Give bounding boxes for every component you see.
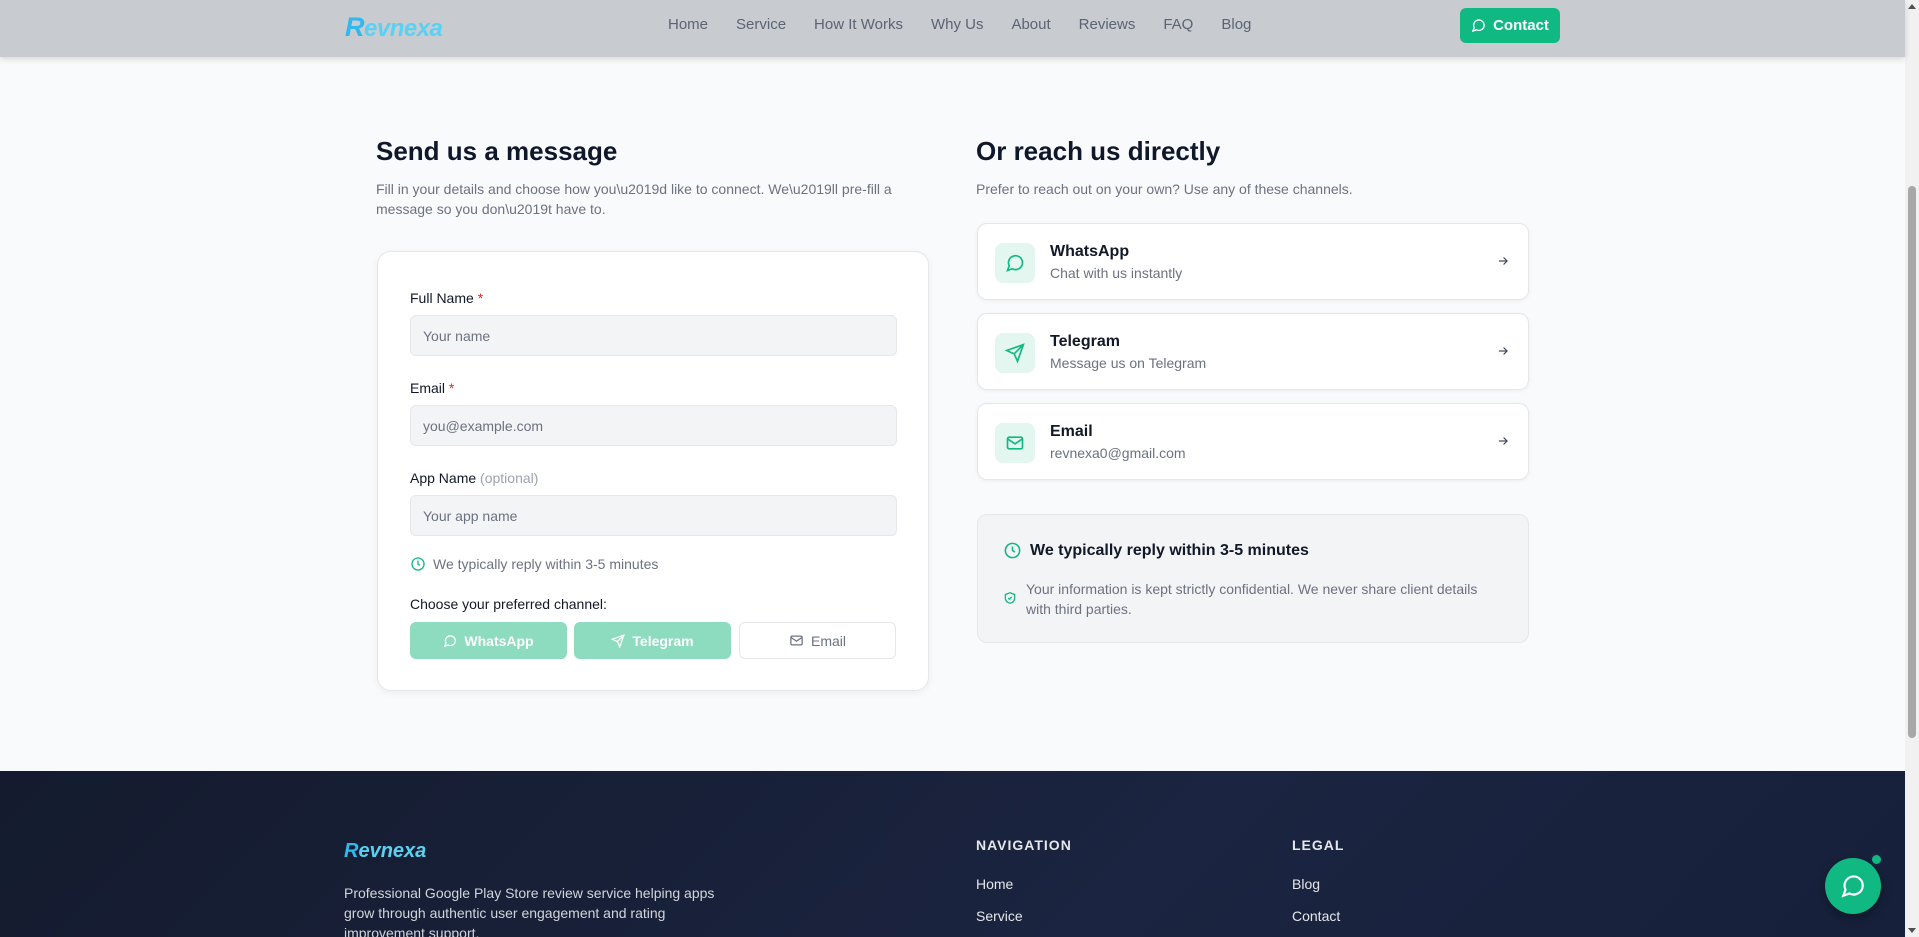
arrow-right-icon [1498,347,1508,355]
nav-link-faq[interactable]: FAQ [1163,16,1193,33]
chat-icon [1471,19,1485,33]
form-section-subtitle: Fill in your details and choose how you\… [376,181,892,217]
info-title: We typically reply within 3-5 minutes [1003,541,1309,560]
nav-link-why-us[interactable]: Why Us [931,16,984,33]
full-name-input[interactable] [410,315,897,356]
contact-button[interactable]: Contact [1460,8,1560,43]
top-navbar: Revnexa Home Service How It Works Why Us… [0,0,1905,57]
scroll-down-arrow[interactable] [1908,928,1916,933]
nav-link-about[interactable]: About [1011,16,1050,33]
online-status-dot [1870,853,1883,866]
direct-card-subtitle: revnexa0@gmail.com [1050,445,1186,461]
shield-icon [1004,592,1016,604]
arrow-right-icon [1498,257,1508,265]
scroll-up-arrow[interactable] [1908,4,1916,9]
reply-time-note: We typically reply within 3-5 minutes [410,556,658,572]
footer-legal-heading: LEGAL [1292,837,1345,853]
direct-card-title: WhatsApp [1050,243,1130,260]
direct-card-title: Telegram [1050,333,1120,350]
send-icon [611,633,626,648]
direct-card-title: Email [1050,423,1093,440]
direct-card-icon-box [995,243,1035,283]
page-scrollbar[interactable] [1905,0,1919,937]
scroll-thumb[interactable] [1908,186,1916,738]
nav-link-home[interactable]: Home [668,16,708,33]
app-name-label: App Name (optional) [410,470,539,486]
form-section-title: Send us a message [376,136,618,166]
send-icon [1005,343,1025,363]
app-name-input[interactable] [410,495,897,536]
channel-label: Choose your preferred channel: [410,596,607,612]
contact-form: Full Name * Email * App Name (optional) … [377,251,929,691]
footer-link-service[interactable]: Service [976,908,1023,924]
direct-card-icon-box [995,423,1035,463]
direct-section-subtitle: Prefer to reach out on your own? Use any… [976,181,1353,197]
direct-section-title: Or reach us directly [976,136,1221,166]
footer-logo[interactable]: Revnexa [344,840,426,863]
email-label: Email * [410,380,455,396]
full-name-label: Full Name * [410,290,484,306]
info-text: Your information is kept strictly confid… [1026,581,1478,617]
nav-link-how-it-works[interactable]: How It Works [814,16,903,33]
nav-links: Home Service How It Works Why Us About R… [668,16,1251,33]
channel-telegram-button[interactable]: Telegram [574,622,731,659]
chat-icon [1006,254,1024,272]
mail-icon [1006,436,1024,450]
nav-link-service[interactable]: Service [736,16,786,33]
direct-card-telegram[interactable]: Telegram Message us on Telegram [977,313,1529,390]
direct-card-icon-box [995,333,1035,373]
direct-card-whatsapp[interactable]: WhatsApp Chat with us instantly [977,223,1529,300]
clock-icon [1004,542,1021,559]
arrow-right-icon [1498,437,1508,445]
chat-icon [444,634,457,647]
chat-icon [1841,875,1864,898]
brand-logo[interactable]: Revnexa [345,12,443,43]
footer-description: Professional Google Play Store review se… [344,885,715,937]
chat-fab-button[interactable] [1825,858,1881,914]
nav-link-blog[interactable]: Blog [1221,16,1251,33]
email-input[interactable] [410,405,897,446]
reply-info-box: We typically reply within 3-5 minutes Yo… [977,514,1529,643]
mail-icon [790,635,803,646]
footer-link-contact[interactable]: Contact [1292,908,1340,924]
footer-link-home[interactable]: Home [976,876,1013,892]
channel-email-button[interactable]: Email [739,622,896,659]
channel-whatsapp-button[interactable]: WhatsApp [410,622,567,659]
direct-card-subtitle: Message us on Telegram [1050,355,1207,371]
footer-nav-heading: NAVIGATION [976,837,1072,853]
site-footer: Revnexa Professional Google Play Store r… [0,771,1905,937]
nav-link-reviews[interactable]: Reviews [1079,16,1136,33]
direct-card-email[interactable]: Email revnexa0@gmail.com [977,403,1529,480]
clock-icon [411,557,425,571]
direct-card-subtitle: Chat with us instantly [1050,265,1183,281]
footer-link-blog[interactable]: Blog [1292,876,1320,892]
